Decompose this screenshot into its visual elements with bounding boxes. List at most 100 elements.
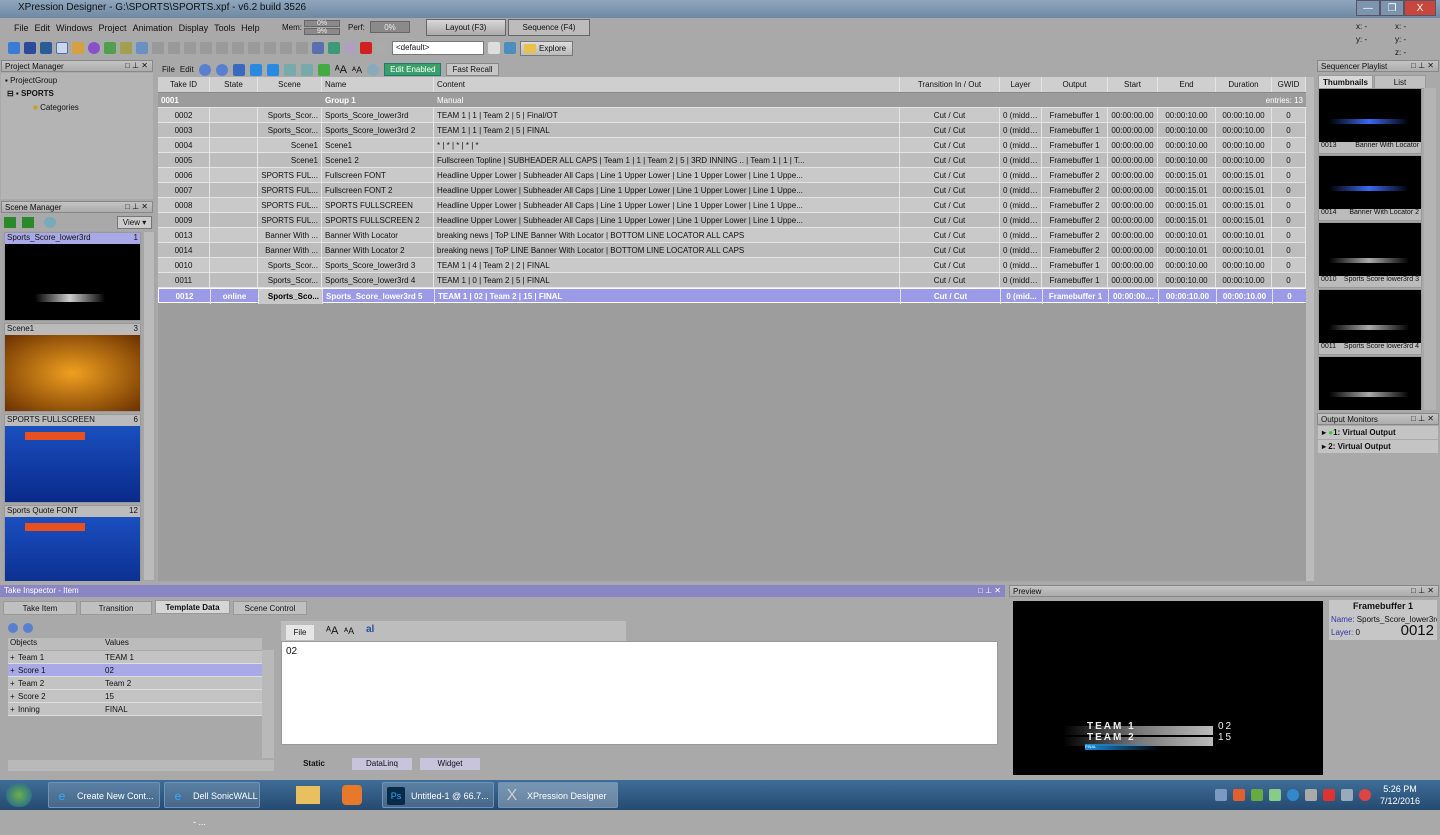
grid-scrollbar[interactable] [1306, 77, 1314, 581]
column-header[interactable]: Take ID [158, 77, 210, 92]
sequence-mode-button[interactable]: Sequence (F4) [508, 19, 590, 36]
menu-file[interactable]: File [14, 23, 29, 33]
menu-animation[interactable]: Animation [133, 23, 173, 33]
scene-list-scrollbar[interactable] [144, 232, 154, 580]
move-tool-icon[interactable] [72, 42, 84, 54]
tab-widget[interactable]: Widget [420, 758, 480, 770]
menu-tools[interactable]: Tools [214, 23, 235, 33]
volume-icon[interactable] [1233, 789, 1245, 801]
table-row[interactable]: 0012 online Sports_Sco... Sports_Score_lowe… [158, 288, 1312, 304]
nvidia-icon[interactable] [1251, 789, 1263, 801]
taskbar-xpression[interactable]: X XPression Designer [498, 782, 618, 808]
tab-transition[interactable]: Transition [80, 601, 152, 615]
editor-file-menu[interactable]: File [286, 625, 314, 640]
tree-item-sports[interactable]: ⊟ ▪ SPORTS [7, 89, 54, 98]
open-icon[interactable] [8, 42, 20, 54]
scene-thumb[interactable]: Sports Quote FONT 12 [4, 505, 141, 581]
action-center-icon[interactable] [1323, 789, 1335, 801]
objects-hscrollbar[interactable] [8, 760, 274, 771]
table-row[interactable]: 0011 Sports_Scor... Sports_Score_lower3rd … [158, 273, 1312, 288]
group-row[interactable]: 0001 Group 1 Manual entries: 13 [158, 93, 1312, 108]
column-header[interactable]: State [210, 77, 258, 92]
align-right-icon[interactable] [216, 42, 228, 54]
grid-icon[interactable] [344, 42, 356, 54]
scene-dropdown[interactable]: <default> [392, 41, 484, 55]
menu-help[interactable]: Help [241, 23, 260, 33]
tab-datalinq[interactable]: DataLinq [352, 758, 412, 770]
panel-controls-icon[interactable]: □ ⊥ ✕ [1411, 61, 1434, 70]
panel-controls-icon[interactable]: □ ⊥ ✕ [1411, 586, 1434, 595]
playlist-item[interactable]: 0013 Banner With Locator [1318, 88, 1422, 154]
table-row[interactable]: 0004 Scene1 Scene1 * | * | * | * | * Cut / C… [158, 138, 1312, 153]
fast-recall-toggle[interactable]: Fast Recall [446, 63, 499, 76]
clock[interactable]: 5:26 PM 7/12/2016 [1380, 783, 1420, 807]
menu-display[interactable]: Display [179, 23, 209, 33]
column-header[interactable]: Scene [258, 77, 322, 92]
object-row[interactable]: + Inning FINAL [8, 703, 262, 716]
search-icon[interactable] [367, 63, 380, 76]
expand-all-icon[interactable] [23, 623, 33, 633]
table-row[interactable]: 0007 SPORTS FUL... Fullscreen FONT 2 Headli… [158, 183, 1312, 198]
font-increase-icon[interactable]: ᴬA [326, 625, 338, 637]
edit-enabled-toggle[interactable]: Edit Enabled [384, 63, 442, 76]
tab-static[interactable]: Static [290, 759, 338, 768]
expand-icon[interactable] [215, 63, 228, 76]
scene-thumb[interactable]: Sports_Score_lower3rd 1 [4, 232, 141, 321]
collapse-all-icon[interactable] [8, 623, 18, 633]
text-style-icon[interactable]: al [366, 624, 374, 635]
table-row[interactable]: 0005 Scene1 Scene1 2 Fullscreen Topline | S… [158, 153, 1312, 168]
align-top-icon[interactable] [232, 42, 244, 54]
table-row[interactable]: 0013 Banner With ... Banner With Locator br… [158, 228, 1312, 243]
expand-icon[interactable]: + [10, 651, 15, 664]
align-center-icon[interactable] [200, 42, 212, 54]
collapse-icon[interactable] [198, 63, 211, 76]
object-value[interactable]: 15 [105, 690, 114, 703]
shield-icon[interactable] [312, 42, 324, 54]
explorer-icon[interactable] [296, 786, 320, 804]
column-header[interactable]: Output [1042, 77, 1108, 92]
object-value[interactable]: TEAM 1 [105, 651, 134, 664]
panel-controls-icon[interactable]: □ ⊥ ✕ [978, 586, 1001, 595]
mute-icon[interactable] [1359, 789, 1371, 801]
expand-icon[interactable]: + [10, 690, 15, 703]
column-header[interactable]: GWID [1272, 77, 1306, 92]
record-icon[interactable] [360, 42, 372, 54]
object-row[interactable]: + Team 1 TEAM 1 [8, 651, 262, 664]
tab-list[interactable]: List [1374, 75, 1426, 89]
scene-thumb[interactable]: Scene1 3 [4, 323, 141, 412]
expand-icon[interactable]: + [10, 703, 15, 716]
table-row[interactable]: 0009 SPORTS FUL... SPORTS FULLSCREEN 2 Head… [158, 213, 1312, 228]
tab-take-item[interactable]: Take Item [3, 601, 77, 615]
space-icon[interactable] [280, 42, 292, 54]
media-player-icon[interactable] [342, 785, 362, 805]
object-row[interactable]: + Score 1 02 [8, 664, 262, 677]
font-decrease-icon[interactable]: ᴬA [352, 65, 362, 75]
redo-icon[interactable] [168, 42, 180, 54]
table-row[interactable]: 0006 SPORTS FUL... Fullscreen FONT Headline… [158, 168, 1312, 183]
playlist-item[interactable]: 0011 Sports Score lower3rd 4 [1318, 289, 1422, 355]
move-down-icon[interactable] [266, 63, 279, 76]
scale-tool-icon[interactable] [104, 42, 116, 54]
taskbar-ie-2[interactable]: e Dell SonicWALL - ... [164, 782, 260, 827]
column-header[interactable]: Layer [1000, 77, 1042, 92]
space-vertical-icon[interactable] [296, 42, 308, 54]
rotate-tool-icon[interactable] [88, 42, 100, 54]
object-row[interactable]: + Team 2 Team 2 [8, 677, 262, 690]
monitor-icon[interactable] [328, 42, 340, 54]
dropdown-arrow-icon[interactable] [488, 42, 500, 54]
tree-item-categories[interactable]: ■ Categories [33, 103, 79, 112]
panel-controls-icon[interactable]: □ ⊥ ✕ [1411, 414, 1434, 423]
add-scene-group-icon[interactable] [22, 217, 34, 228]
output-monitor-2[interactable]: ▸ 2: Virtual Output [1318, 440, 1438, 453]
search-icon[interactable] [44, 217, 56, 228]
usb-icon[interactable] [1305, 789, 1317, 801]
align-left-icon[interactable] [184, 42, 196, 54]
table-row[interactable]: 0008 SPORTS FUL... SPORTS FULLSCREEN Headli… [158, 198, 1312, 213]
column-header[interactable]: Transition In / Out [900, 77, 1000, 92]
start-button[interactable] [6, 783, 32, 807]
group-icon[interactable] [283, 63, 296, 76]
panel-controls-icon[interactable]: □ ⊥ ✕ [125, 202, 148, 211]
column-header[interactable]: Content [434, 77, 900, 92]
layout-mode-button[interactable]: Layout (F3) [426, 19, 506, 36]
playlist-item[interactable]: 0012Sports Score lower3rd ... [1318, 356, 1422, 410]
